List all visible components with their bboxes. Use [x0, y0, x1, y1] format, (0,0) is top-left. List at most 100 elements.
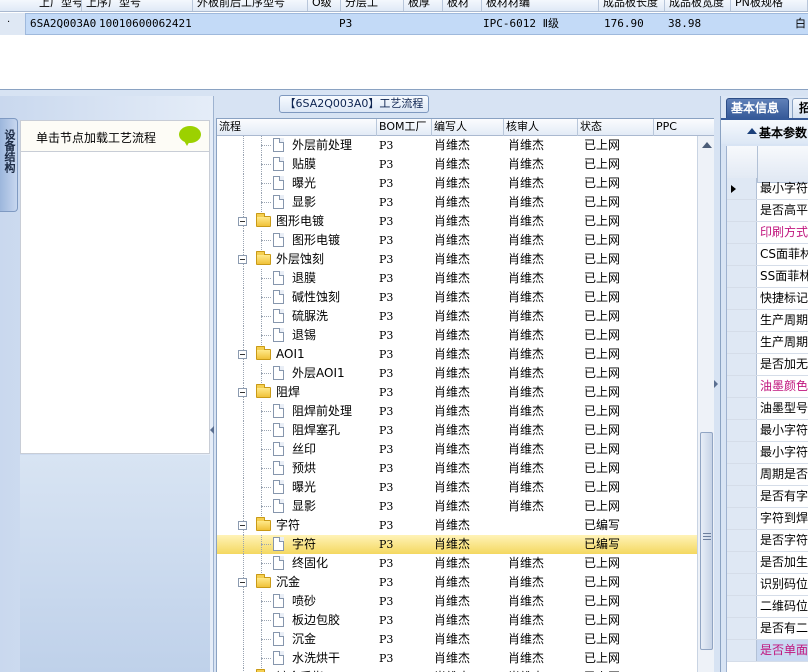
collapse-node-icon[interactable]	[238, 388, 247, 397]
collapse-node-icon[interactable]	[238, 578, 247, 587]
property-row[interactable]: 是否有字	[727, 486, 808, 508]
row-header[interactable]	[727, 640, 757, 661]
process-row[interactable]: 硫脲洗 P3 肖维杰 肖维杰 已上网	[217, 307, 697, 326]
row-header[interactable]	[727, 266, 757, 287]
row-header[interactable]	[727, 618, 757, 639]
process-row[interactable]: 镀金手指 P3 肖维杰肖维杰 已上网	[217, 668, 697, 672]
col-header[interactable]: 成品板长度	[600, 0, 665, 11]
collapse-node-icon[interactable]	[238, 255, 247, 264]
row-header[interactable]	[727, 354, 757, 375]
process-row[interactable]: 贴膜 P3 肖维杰 肖维杰 已上网	[217, 155, 697, 174]
process-row[interactable]: 丝印 P3 肖维杰 肖维杰 已上网	[217, 440, 697, 459]
property-row[interactable]: 印刷方式	[727, 222, 808, 244]
col-header-flow[interactable]: 流程	[217, 119, 377, 136]
row-header[interactable]	[727, 464, 757, 485]
property-row[interactable]: 最小字符	[727, 420, 808, 442]
process-row[interactable]: 外层前处理 P3 肖维杰 肖维杰 已上网	[217, 136, 697, 155]
property-row[interactable]: SS面菲林	[727, 266, 808, 288]
property-row[interactable]: 字符到焊	[727, 508, 808, 530]
process-row[interactable]: 显影 P3 肖维杰 肖维杰 已上网	[217, 193, 697, 212]
process-row[interactable]: 退膜 P3 肖维杰 肖维杰 已上网	[217, 269, 697, 288]
col-header-status[interactable]: 状态	[578, 119, 654, 136]
row-header[interactable]	[727, 552, 757, 573]
row-header[interactable]	[727, 530, 757, 551]
process-row[interactable]: 水洗烘干 P3 肖维杰 肖维杰 已上网	[217, 649, 697, 668]
col-header[interactable]: 外板前后工序型号	[194, 0, 308, 11]
row-header[interactable]	[727, 288, 757, 309]
process-row[interactable]: 曝光 P3 肖维杰 肖维杰 已上网	[217, 478, 697, 497]
process-row-selected[interactable]: 字符 P3 肖维杰 已编写	[217, 535, 697, 554]
row-header[interactable]	[727, 596, 757, 617]
row-header[interactable]	[727, 222, 757, 243]
col-header-reviewer[interactable]: 核审人	[504, 119, 578, 136]
current-row-arrow-icon[interactable]	[727, 178, 757, 199]
collapse-node-icon[interactable]	[238, 217, 247, 226]
row-header[interactable]	[727, 244, 757, 265]
row-header[interactable]	[727, 442, 757, 463]
property-row[interactable]: 是否加无	[727, 354, 808, 376]
process-row[interactable]: 字符 P3 肖维杰 已编写	[217, 516, 697, 535]
col-header[interactable]: 板材材编	[483, 0, 599, 11]
col-header[interactable]: 分层工	[342, 0, 404, 11]
process-row[interactable]: 外层AOI1 P3 肖维杰 肖维杰 已上网	[217, 364, 697, 383]
col-header[interactable]: 上厂型号	[36, 0, 82, 11]
row-header[interactable]	[727, 376, 757, 397]
row-header[interactable]	[727, 398, 757, 419]
node-tree[interactable]	[20, 152, 210, 454]
property-row[interactable]: 是否单面	[727, 640, 808, 662]
property-row[interactable]: 是否有二	[727, 618, 808, 640]
property-row[interactable]: 生产周期	[727, 332, 808, 354]
property-row[interactable]: 二维码位	[727, 596, 808, 618]
property-row[interactable]: 周期是否	[727, 464, 808, 486]
process-row[interactable]: 退锡 P3 肖维杰 肖维杰 已上网	[217, 326, 697, 345]
row-header[interactable]	[727, 200, 757, 221]
collapse-node-icon[interactable]	[238, 521, 247, 530]
property-row[interactable]: 是否加生	[727, 552, 808, 574]
process-row[interactable]: 显影 P3 肖维杰 肖维杰 已上网	[217, 497, 697, 516]
process-row[interactable]: 预烘 P3 肖维杰 肖维杰 已上网	[217, 459, 697, 478]
property-row[interactable]: 最小字符	[727, 178, 808, 200]
process-row[interactable]: 阻焊前处理 P3 肖维杰 肖维杰 已上网	[217, 402, 697, 421]
process-row[interactable]: 板边包胶 P3 肖维杰 肖维杰 已上网	[217, 611, 697, 630]
part-row-selected[interactable]: 6SA2Q003A0 10010600062421 P3 IPC-6012 Ⅱ级…	[0, 13, 808, 35]
col-header[interactable]: PN板规格	[732, 0, 808, 11]
process-row[interactable]: 外层蚀刻 P3 肖维杰 肖维杰 已上网	[217, 250, 697, 269]
property-row[interactable]: 油墨颜色	[727, 376, 808, 398]
process-row[interactable]: 图形电镀 P3 肖维杰 肖维杰 已上网	[217, 231, 697, 250]
property-row[interactable]: 油墨型号	[727, 398, 808, 420]
process-row[interactable]: 碱性蚀刻 P3 肖维杰 肖维杰 已上网	[217, 288, 697, 307]
scroll-up-arrow-icon[interactable]	[702, 142, 712, 148]
col-header-writer[interactable]: 编写人	[432, 119, 504, 136]
process-row[interactable]: 阻焊塞孔 P3 肖维杰 肖维杰 已上网	[217, 421, 697, 440]
row-indicator[interactable]: ·	[0, 13, 26, 35]
collapse-node-icon[interactable]	[238, 350, 247, 359]
collapse-left-grip[interactable]	[210, 426, 214, 434]
vertical-scrollbar[interactable]	[697, 136, 714, 672]
device-structure-tab[interactable]: 设备结构	[0, 118, 18, 212]
col-header[interactable]: 板厚	[405, 0, 443, 11]
process-row[interactable]: 曝光 P3 肖维杰 肖维杰 已上网	[217, 174, 697, 193]
property-row[interactable]: 识别码位	[727, 574, 808, 596]
row-header[interactable]	[727, 332, 757, 353]
process-row[interactable]: 喷砂 P3 肖维杰 肖维杰 已上网	[217, 592, 697, 611]
row-header[interactable]	[727, 574, 757, 595]
basic-params-header[interactable]: 基本参数	[721, 118, 808, 144]
process-row[interactable]: 沉金 P3 肖维杰 肖维杰 已上网	[217, 630, 697, 649]
process-row[interactable]: AOI1 P3 肖维杰 肖维杰 已上网	[217, 345, 697, 364]
process-row[interactable]: 终固化 P3 肖维杰 肖维杰 已上网	[217, 554, 697, 573]
row-header[interactable]	[727, 420, 757, 441]
row-header[interactable]	[727, 486, 757, 507]
tab-other[interactable]: 招	[792, 98, 808, 118]
col-header[interactable]: 成品板宽度	[666, 0, 731, 11]
property-row[interactable]: 最小字符	[727, 442, 808, 464]
col-header[interactable]: 上序厂型号	[83, 0, 193, 11]
col-header-ppc[interactable]: PPC	[654, 119, 714, 136]
property-row[interactable]: 快捷标记	[727, 288, 808, 310]
property-row[interactable]: 是否字符	[727, 530, 808, 552]
property-row[interactable]: 生产周期	[727, 310, 808, 332]
property-row[interactable]: 是否高平	[727, 200, 808, 222]
process-row[interactable]: 沉金 P3 肖维杰 肖维杰 已上网	[217, 573, 697, 592]
row-header[interactable]	[727, 508, 757, 529]
col-header-bom[interactable]: BOM工厂	[377, 119, 432, 136]
row-header[interactable]	[727, 310, 757, 331]
